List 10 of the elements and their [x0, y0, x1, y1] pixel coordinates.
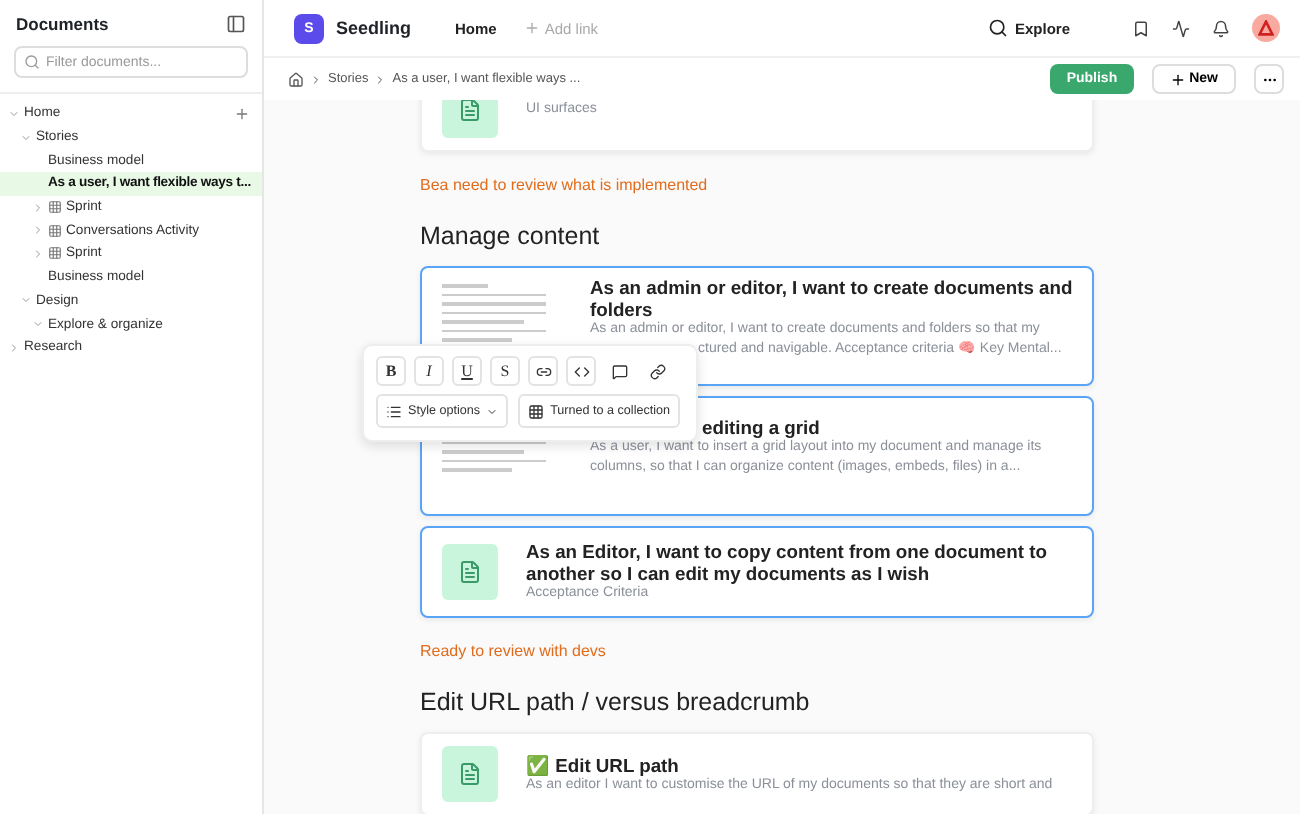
section-heading: Manage content [420, 222, 602, 250]
workspace-name: Seedling [336, 18, 412, 38]
status-note: Bea need to review what is implemented [420, 176, 710, 194]
card-title: As an admin or editor, I want to create documents and folders [590, 276, 1075, 320]
card-title: ✅ Edit URL path [526, 753, 679, 775]
card-title: As an Editor, I want to copy content from one document to another so I can edit my documents as I wish [526, 540, 1049, 584]
status-note: Ready to review with devs [420, 642, 608, 660]
section-heading: Edit URL path / versus breadcrumb [420, 688, 812, 716]
sidebar-title: Documents [16, 14, 109, 34]
card-title: editing a grid [702, 416, 820, 438]
